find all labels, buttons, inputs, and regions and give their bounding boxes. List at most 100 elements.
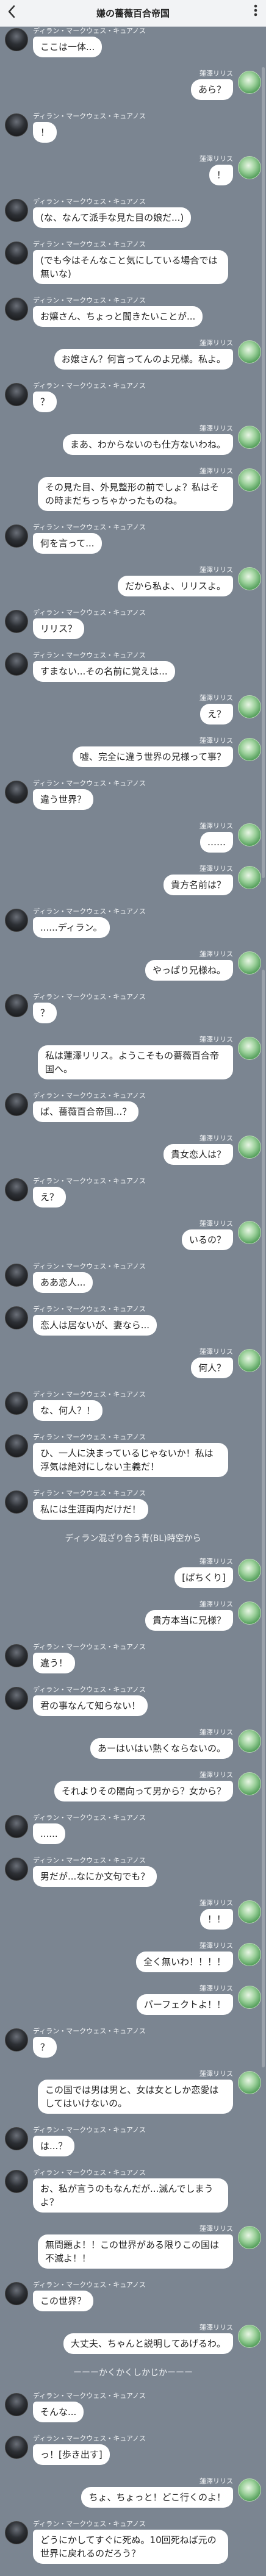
dylan-avatar[interactable] — [5, 242, 28, 265]
lily-avatar[interactable] — [238, 1986, 261, 2009]
dylan-avatar[interactable] — [5, 2028, 28, 2052]
message-bubble[interactable]: お、私が言うのもなんだが...滅んでしまうよ？ — [33, 2178, 228, 2213]
dylan-avatar[interactable] — [5, 2282, 28, 2305]
message-bubble[interactable]: ああ恋人... — [33, 1272, 93, 1293]
message-bubble[interactable]: (な、なんて派手な見た目の娘だ...) — [33, 207, 192, 228]
message-bubble[interactable]: この世界？ — [33, 2291, 94, 2311]
dylan-avatar[interactable] — [5, 1858, 28, 1881]
lily-avatar[interactable] — [238, 2325, 261, 2348]
lily-avatar[interactable] — [238, 2478, 261, 2502]
dylan-avatar[interactable] — [5, 199, 28, 222]
message-bubble[interactable]: 恋人は居ないが、妻なら... — [33, 1315, 157, 1336]
message-bubble[interactable]: 違う世界？ — [33, 789, 94, 810]
message-bubble[interactable]: すまない...その名前に覚えは... — [33, 661, 175, 682]
message-bubble[interactable]: ？ — [33, 392, 57, 412]
lily-avatar[interactable] — [238, 468, 261, 492]
lily-avatar[interactable] — [238, 567, 261, 590]
message-bubble[interactable]: 男だが...なにか文句でも？ — [33, 1866, 157, 1887]
message-bubble[interactable]: 私は蓮澤リリス。ようこそもの薔薇百合帝国へ。 — [38, 1045, 233, 1079]
message-bubble[interactable]: 貴方本当に兄様？ — [145, 1610, 233, 1631]
message-bubble[interactable]: ちょ、ちょっと！どこ行くのよ！ — [81, 2487, 233, 2508]
dylan-avatar[interactable] — [5, 610, 28, 633]
message-bubble[interactable]: お嬢さん、ちょっと聞きたいことが... — [33, 306, 203, 327]
dylan-avatar[interactable] — [5, 653, 28, 676]
message-bubble[interactable]: ？ — [33, 2037, 57, 2058]
message-bubble[interactable]: 貴女恋人は？ — [163, 1144, 233, 1165]
dylan-avatar[interactable] — [5, 1644, 28, 1667]
message-bubble[interactable]: リリス？ — [33, 618, 85, 639]
more-options-button[interactable] — [254, 4, 257, 22]
lily-avatar[interactable] — [238, 1772, 261, 1795]
lily-avatar[interactable] — [238, 1037, 261, 1060]
message-bubble[interactable]: ば、薔薇百合帝国...？ — [33, 1101, 139, 1122]
lily-avatar[interactable] — [238, 1730, 261, 1753]
lily-avatar[interactable] — [238, 1943, 261, 1966]
message-bubble[interactable]: 君の事なんて知らない！ — [33, 1695, 148, 1716]
dylan-avatar[interactable] — [5, 1434, 28, 1458]
message-bubble[interactable]: ひ、一人に決まっているじゃないか！私は浮気は絶対にしない主義だ！ — [33, 1443, 228, 1477]
message-bubble[interactable]: (でも今はそんなこと気にしている場合では無いな) — [33, 250, 228, 284]
dylan-avatar[interactable] — [5, 2436, 28, 2459]
dylan-avatar[interactable] — [5, 2393, 28, 2416]
message-bubble[interactable]: そんな... — [33, 2402, 84, 2422]
lily-avatar[interactable] — [238, 340, 261, 363]
lily-avatar[interactable] — [238, 1601, 261, 1625]
lily-avatar[interactable] — [238, 156, 261, 179]
message-bubble[interactable]: 無問題よ！！この世界がある限りこの国は不滅よ！！ — [38, 2234, 233, 2269]
dylan-avatar[interactable] — [5, 1490, 28, 1514]
message-bubble[interactable]: あら？ — [190, 79, 233, 100]
lily-avatar[interactable] — [238, 2071, 261, 2094]
message-bubble[interactable]: な、何人？！ — [33, 1400, 103, 1421]
message-bubble[interactable]: 貴方名前は？ — [163, 875, 233, 895]
message-bubble[interactable]: ？ — [33, 1003, 57, 1023]
lily-avatar[interactable] — [238, 1221, 261, 1244]
message-bubble[interactable]: その見た目、外見整形の前でしょ？私はその時まだちっちゃかったものね。 — [38, 477, 233, 511]
dylan-avatar[interactable] — [5, 28, 28, 51]
message-bubble[interactable]: 何人？ — [190, 1358, 233, 1378]
message-bubble[interactable]: ここは一体... — [33, 37, 102, 57]
message-bubble[interactable]: 何を言って... — [33, 533, 102, 554]
lily-avatar[interactable] — [238, 71, 261, 94]
message-bubble[interactable]: …… — [200, 832, 233, 853]
dylan-avatar[interactable] — [5, 383, 28, 406]
dylan-avatar[interactable] — [5, 1178, 28, 1201]
dylan-avatar[interactable] — [5, 2127, 28, 2150]
lily-avatar[interactable] — [238, 1559, 261, 1582]
message-bubble[interactable]: ...... — [33, 1823, 65, 1844]
message-bubble[interactable]: 大丈夫、ちゃんと説明してあげるわ。 — [63, 2333, 233, 2354]
message-bubble[interactable]: この国では男は男と、女は女としか恋愛はしてはいけないの。 — [38, 2080, 233, 2114]
message-bubble[interactable]: それよりその陽向って男から？女から？ — [54, 1781, 233, 1801]
dylan-avatar[interactable] — [5, 909, 28, 932]
lily-avatar[interactable] — [238, 866, 261, 889]
dylan-avatar[interactable] — [5, 994, 28, 1017]
message-bubble[interactable]: いるの？ — [181, 1229, 233, 1250]
message-bubble[interactable]: パーフェクトよ！！ — [136, 1994, 233, 2015]
dylan-avatar[interactable] — [5, 1815, 28, 1838]
message-bubble[interactable]: 全く無いわ！！！！ — [135, 1952, 233, 1972]
lily-avatar[interactable] — [238, 738, 261, 761]
message-bubble[interactable]: まあ、わからないのも仕方ないわね。 — [62, 434, 233, 455]
lily-avatar[interactable] — [238, 695, 261, 718]
message-bubble[interactable]: ！ — [209, 165, 233, 185]
message-bubble[interactable]: は...？ — [33, 2136, 75, 2156]
dylan-avatar[interactable] — [5, 1093, 28, 1116]
lily-avatar[interactable] — [238, 1349, 261, 1372]
lily-avatar[interactable] — [238, 823, 261, 846]
message-bubble[interactable]: やっぱり兄様ね。 — [145, 960, 233, 981]
message-bubble[interactable]: ......ディラン。 — [33, 917, 110, 938]
lily-avatar[interactable] — [238, 951, 261, 975]
dylan-avatar[interactable] — [5, 781, 28, 804]
message-bubble[interactable]: [ぱちくり] — [174, 1567, 233, 1588]
dylan-avatar[interactable] — [5, 1687, 28, 1710]
dylan-avatar[interactable] — [5, 2170, 28, 2193]
dylan-avatar[interactable] — [5, 524, 28, 548]
message-bubble[interactable]: 違う！ — [33, 1653, 76, 1673]
message-bubble[interactable]: え？ — [33, 1187, 66, 1208]
message-bubble[interactable]: どうにかしてすぐに死ぬ。10回死ねば元の世界に戻れるのだろう？ — [33, 2530, 228, 2564]
message-bubble[interactable]: だから私よ、リリスよ。 — [117, 576, 233, 596]
dylan-avatar[interactable] — [5, 113, 28, 137]
dylan-avatar[interactable] — [5, 1392, 28, 1415]
message-bubble[interactable]: お嬢さん？何言ってんのよ兄様。私よ。 — [54, 349, 233, 370]
dylan-avatar[interactable] — [5, 2521, 28, 2544]
back-button[interactable] — [7, 5, 16, 22]
